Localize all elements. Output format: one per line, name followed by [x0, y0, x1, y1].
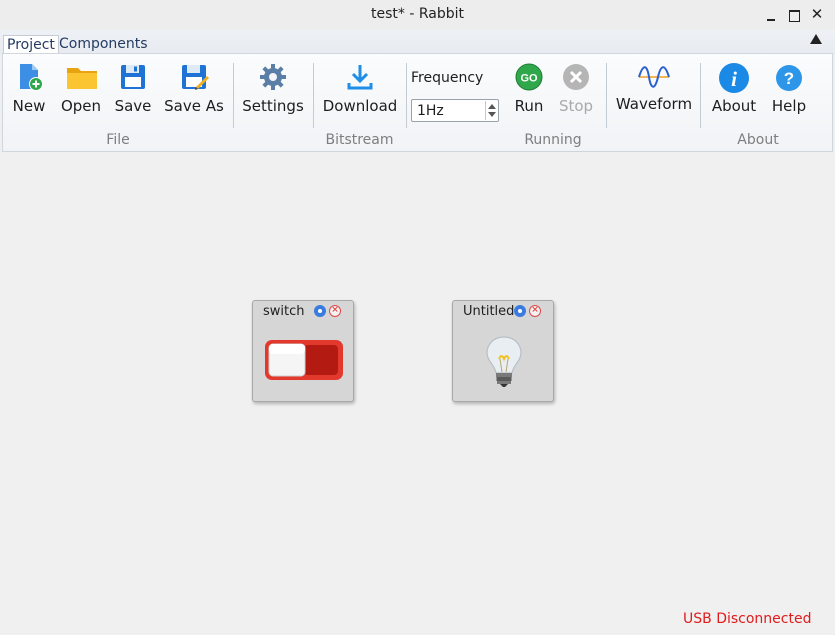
svg-text:i: i — [731, 67, 737, 91]
new-label: New — [12, 97, 46, 115]
save-button[interactable]: Save — [109, 54, 157, 124]
collapse-ribbon-icon[interactable] — [810, 34, 822, 44]
help-button[interactable]: ? Help — [765, 54, 813, 124]
waveform-button[interactable]: Waveform — [611, 54, 697, 124]
info-icon: i — [718, 62, 750, 94]
component-settings-icon[interactable] — [314, 305, 326, 317]
frequency-label: Frequency — [411, 70, 484, 86]
frequency-stepper[interactable] — [485, 101, 497, 120]
svg-text:?: ? — [784, 69, 794, 88]
spin-up-icon[interactable] — [488, 104, 496, 109]
stop-button[interactable]: Stop — [553, 54, 599, 124]
spin-down-icon[interactable] — [488, 112, 496, 117]
component-settings-icon[interactable] — [514, 305, 526, 317]
download-arrow-icon — [345, 62, 375, 92]
folder-icon — [66, 62, 97, 92]
close-button[interactable]: ✕ — [810, 7, 824, 22]
separator — [606, 63, 607, 128]
separator — [406, 63, 407, 128]
group-label-bitstream: Bitstream — [325, 132, 394, 148]
download-button[interactable]: Download — [319, 54, 401, 124]
title-bar: test* - Rabbit ✕ — [0, 0, 835, 30]
gear-icon — [258, 62, 288, 92]
save-as-button[interactable]: Save As — [159, 54, 229, 124]
maximize-button[interactable] — [787, 8, 801, 22]
tab-components[interactable]: Components — [56, 35, 151, 55]
ribbon-tabs: Project Components — [0, 30, 835, 55]
group-label-file: File — [106, 132, 130, 148]
open-label: Open — [60, 97, 102, 115]
component-switch[interactable]: switch × — [252, 300, 354, 402]
waveform-label: Waveform — [615, 95, 693, 113]
about-label: About — [711, 97, 757, 115]
download-label: Download — [322, 97, 398, 115]
about-button[interactable]: i About — [706, 54, 762, 124]
design-canvas[interactable] — [0, 152, 835, 635]
floppy-disk-icon — [118, 62, 148, 92]
frequency-spinbox[interactable]: 1Hz — [411, 99, 499, 122]
component-title: switch — [263, 304, 305, 319]
settings-button[interactable]: Settings — [239, 54, 307, 124]
separator — [313, 63, 314, 128]
ribbon-toolbar: New Open Save Save As Settings Download … — [2, 53, 833, 152]
window-title: test* - Rabbit — [371, 6, 464, 22]
save-as-label: Save As — [164, 97, 224, 115]
settings-label: Settings — [242, 97, 304, 115]
toggle-switch-icon[interactable] — [264, 339, 344, 385]
separator — [233, 63, 234, 128]
usb-status: USB Disconnected — [683, 611, 812, 627]
light-bulb-icon — [484, 334, 524, 392]
stop-label: Stop — [558, 97, 594, 115]
floppy-pencil-icon — [179, 62, 209, 92]
component-light-bulb[interactable]: Untitled × — [452, 300, 554, 402]
group-label-about: About — [737, 132, 779, 148]
tab-project[interactable]: Project — [3, 35, 59, 55]
sine-wave-icon — [637, 62, 671, 92]
save-label: Save — [114, 97, 152, 115]
go-icon: GO — [514, 62, 544, 92]
separator — [700, 63, 701, 128]
new-button[interactable]: New — [5, 54, 53, 124]
frequency-value[interactable]: 1Hz — [417, 103, 444, 119]
svg-text:GO: GO — [520, 73, 538, 85]
help-label: Help — [771, 97, 807, 115]
component-remove-icon[interactable]: × — [329, 305, 341, 317]
open-button[interactable]: Open — [55, 54, 107, 124]
question-icon: ? — [775, 64, 803, 92]
run-button[interactable]: GO Run — [507, 54, 551, 124]
new-file-icon — [14, 62, 44, 92]
minimize-button[interactable] — [764, 8, 778, 22]
stop-x-icon — [561, 62, 591, 92]
group-label-running: Running — [524, 132, 582, 148]
component-remove-icon[interactable]: × — [529, 305, 541, 317]
component-title: Untitled — [463, 304, 515, 319]
run-label: Run — [514, 97, 544, 115]
